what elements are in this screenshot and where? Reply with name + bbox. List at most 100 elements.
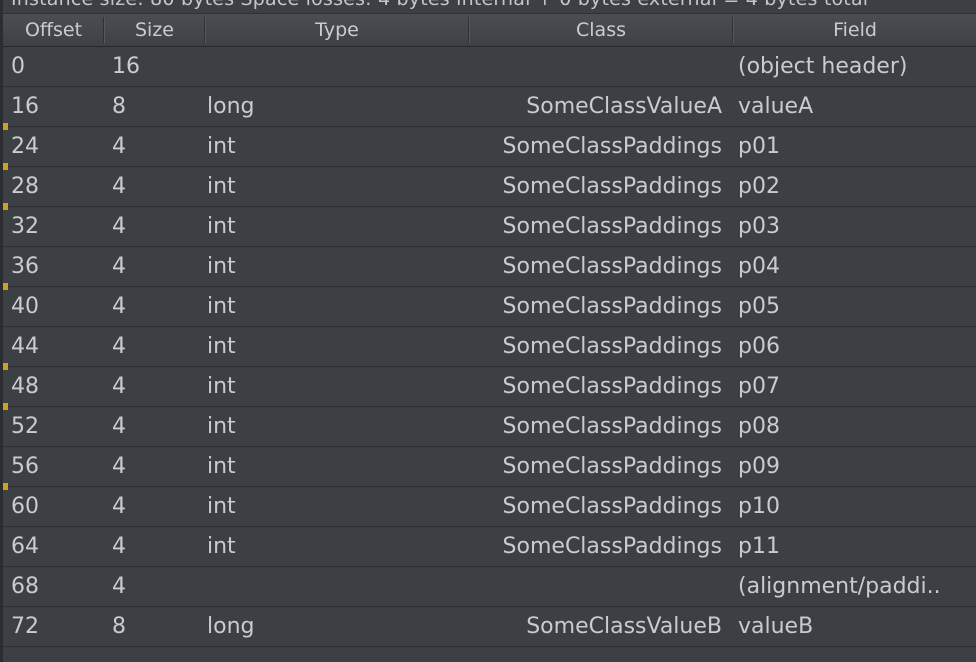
table-row[interactable]: 52 4 int SomeClassPaddings p08 [0, 407, 976, 447]
table-row[interactable]: 48 4 int SomeClassPaddings p07 [0, 367, 976, 407]
cell-class: SomeClassPaddings [502, 254, 722, 279]
cell-offset: 16 [11, 94, 39, 119]
cell-class [472, 567, 728, 606]
cell-field: p03 [738, 214, 780, 239]
cell-offset: 36 [11, 254, 39, 279]
cell-size: 4 [112, 254, 126, 279]
cell-type: int [207, 174, 236, 199]
gutter-marker-icon [3, 483, 8, 490]
gutter-marker-icon [3, 283, 8, 290]
table-row[interactable]: 72 8 long SomeClassValueB valueB [0, 607, 976, 647]
table-row[interactable]: 60 4 int SomeClassPaddings p10 [0, 487, 976, 527]
cell-class: SomeClassPaddings [502, 454, 722, 479]
column-header-type[interactable]: Type [206, 14, 468, 46]
table-row[interactable]: 0 16 (object header) [0, 47, 976, 87]
gutter-marker-icon [3, 123, 8, 130]
cell-field: p04 [738, 254, 780, 279]
cell-offset: 60 [11, 494, 39, 519]
table-row[interactable]: 16 8 long SomeClassValueA valueA [0, 87, 976, 127]
cell-size: 4 [112, 134, 126, 159]
cell-field: p06 [738, 334, 780, 359]
cell-class: SomeClassPaddings [502, 414, 722, 439]
cell-class [472, 47, 728, 86]
cell-type: long [207, 94, 255, 119]
cell-type: int [207, 254, 236, 279]
cell-size: 4 [112, 574, 126, 599]
table-row[interactable]: 56 4 int SomeClassPaddings p09 [0, 447, 976, 487]
column-header-offset[interactable]: Offset [4, 14, 103, 46]
cell-type: int [207, 294, 236, 319]
cell-offset: 56 [11, 454, 39, 479]
cell-field: valueA [738, 94, 814, 119]
column-header-class[interactable]: Class [470, 14, 732, 46]
cell-offset: 28 [11, 174, 39, 199]
gutter-marker-icon [3, 203, 8, 210]
cell-class: SomeClassValueA [526, 94, 722, 119]
clipped-summary-text: Instance size: 80 bytes Space losses: 4 … [11, 0, 868, 10]
cell-size: 8 [112, 94, 126, 119]
table-header-row: Offset Size Type Class Field [0, 14, 976, 47]
cell-field: (object header) [738, 54, 908, 79]
cell-size: 4 [112, 454, 126, 479]
cell-field: (alignment/paddi.. [738, 574, 941, 599]
clipped-summary-row: Instance size: 80 bytes Space losses: 4 … [0, 0, 976, 14]
cell-field: p02 [738, 174, 780, 199]
gutter-marker-icon [3, 163, 8, 170]
table-row[interactable]: 28 4 int SomeClassPaddings p02 [0, 167, 976, 207]
cell-field: valueB [738, 614, 814, 639]
table-row[interactable]: 40 4 int SomeClassPaddings p05 [0, 287, 976, 327]
cell-type: int [207, 214, 236, 239]
cell-type: int [207, 494, 236, 519]
table-row[interactable]: 24 4 int SomeClassPaddings p01 [0, 127, 976, 167]
gutter-marker-icon [3, 403, 8, 410]
cell-type: int [207, 374, 236, 399]
cell-field: p08 [738, 414, 780, 439]
cell-type: int [207, 534, 236, 559]
cell-offset: 40 [11, 294, 39, 319]
table-row[interactable]: 32 4 int SomeClassPaddings p03 [0, 207, 976, 247]
cell-size: 16 [112, 54, 140, 79]
cell-size: 4 [112, 294, 126, 319]
cell-size: 4 [112, 494, 126, 519]
object-layout-table-window: Instance size: 80 bytes Space losses: 4 … [0, 0, 976, 662]
table-empty-area [0, 647, 976, 662]
cell-offset: 68 [11, 574, 39, 599]
cell-class: SomeClassPaddings [502, 134, 722, 159]
cell-type: int [207, 454, 236, 479]
table-row[interactable]: 36 4 int SomeClassPaddings p04 [0, 247, 976, 287]
column-header-size[interactable]: Size [105, 14, 204, 46]
cell-offset: 52 [11, 414, 39, 439]
cell-offset: 24 [11, 134, 39, 159]
cell-size: 4 [112, 214, 126, 239]
cell-type: int [207, 334, 236, 359]
table-row[interactable]: 68 4 (alignment/paddi.. [0, 567, 976, 607]
cell-size: 8 [112, 614, 126, 639]
cell-size: 4 [112, 534, 126, 559]
cell-size: 4 [112, 174, 126, 199]
table-body[interactable]: 0 16 (object header) 16 8 long SomeClassValueA… [0, 47, 976, 662]
cell-size: 4 [112, 414, 126, 439]
cell-field: p10 [738, 494, 780, 519]
cell-type: int [207, 134, 236, 159]
cell-type [207, 567, 465, 606]
table-row[interactable]: 44 4 int SomeClassPaddings p06 [0, 327, 976, 367]
table-row[interactable]: 64 4 int SomeClassPaddings p11 [0, 527, 976, 567]
cell-size: 4 [112, 334, 126, 359]
left-gutter [0, 0, 3, 662]
column-header-field[interactable]: Field [734, 14, 976, 46]
cell-offset: 72 [11, 614, 39, 639]
cell-offset: 64 [11, 534, 39, 559]
cell-offset: 0 [11, 54, 25, 79]
cell-type [207, 47, 465, 86]
cell-offset: 32 [11, 214, 39, 239]
cell-field: p05 [738, 294, 780, 319]
cell-type: long [207, 614, 255, 639]
cell-class: SomeClassPaddings [502, 214, 722, 239]
cell-class: SomeClassPaddings [502, 374, 722, 399]
cell-offset: 48 [11, 374, 39, 399]
cell-class: SomeClassPaddings [502, 174, 722, 199]
cell-field: p07 [738, 374, 780, 399]
cell-field: p01 [738, 134, 780, 159]
cell-class: SomeClassPaddings [502, 294, 722, 319]
cell-field: p11 [738, 534, 780, 559]
